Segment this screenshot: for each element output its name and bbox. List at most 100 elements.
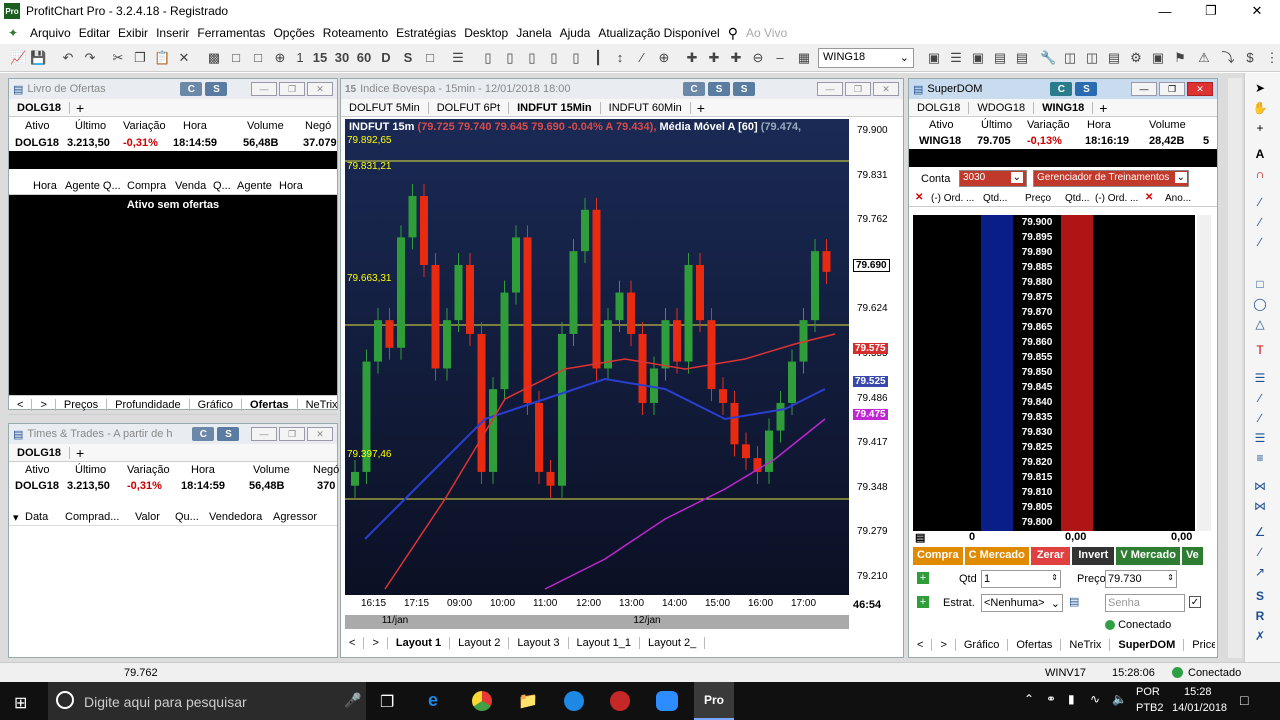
dom-price-level[interactable]: 79.830 [1013,425,1061,440]
dom-price-level[interactable]: 79.870 [1013,305,1061,320]
add-tab-icon[interactable]: + [1093,100,1113,116]
crosshair-icon[interactable]: + [1252,120,1268,136]
tab-layout-1-1[interactable]: Layout 1_1 [569,637,640,649]
restore-icon[interactable]: ❐ [279,82,305,96]
regression-icon[interactable]: ∕ [1252,544,1268,560]
fib-time-icon[interactable]: ☰ [1252,430,1268,446]
app-red-icon[interactable] [610,691,630,711]
lang-layout-label[interactable]: PTB2 [1136,702,1164,714]
pointer-icon[interactable]: ➤ [1252,80,1268,96]
close-icon[interactable]: ✕ [873,82,899,96]
strategy-icon[interactable]: ⚠ [1196,50,1212,66]
tab-layout-1[interactable]: Layout 1 [388,637,451,649]
bar-icon[interactable]: ┃ [590,50,606,66]
dom-price-level[interactable]: 79.825 [1013,440,1061,455]
window-icon[interactable]: ▣ [926,50,942,66]
k-icon[interactable]: □ [250,50,266,66]
tab-indfut-15min[interactable]: INDFUT 15Min [509,101,601,114]
tab-layout-3[interactable]: Layout 3 [509,637,569,649]
dom-price-level[interactable]: 79.865 [1013,320,1061,335]
close-icon[interactable]: ✕ [307,427,333,441]
microphone-icon[interactable]: 🎤 [344,692,361,709]
book-icon[interactable]: ▣ [970,50,986,66]
tab-ofertas[interactable]: Ofertas [1008,639,1062,651]
superdom-header[interactable]: ▤ SuperDOM C S — ❐ ✕ [909,79,1217,99]
symbol-select[interactable]: WING18 ⌄ [818,48,914,68]
chart-s2-button[interactable]: S [733,82,756,96]
undo-icon[interactable]: ↶ [60,50,76,66]
interval-s-button[interactable]: S [400,50,416,66]
tab-indfut-60min[interactable]: INDFUT 60Min [601,101,691,114]
tab-netrix[interactable]: NeTrix [1061,639,1111,651]
dom-price-level[interactable]: 79.895 [1013,230,1061,245]
angle-icon[interactable]: ∠ [1252,524,1268,540]
wifi-icon[interactable]: ∿ [1090,692,1100,706]
volume-icon[interactable]: 🔈 [1112,692,1127,706]
dom-price-level[interactable]: 79.845 [1013,380,1061,395]
candles4-icon[interactable]: ▯ [546,50,562,66]
next-tab-icon[interactable]: > [32,399,56,411]
times-header[interactable]: ▤ Times & Trades - A partir de h C S — ❐ ✕ [9,424,337,444]
plus-icon[interactable]: + [917,596,929,608]
clock-time[interactable]: 15:28 [1184,686,1212,698]
profitchart-taskbar-item[interactable]: Pro [694,682,734,720]
interval-15-button[interactable]: 15 [312,50,328,66]
dom-price-level[interactable]: 79.875 [1013,290,1061,305]
robot-icon[interactable]: ⚙ [1128,50,1144,66]
tab-ofertas[interactable]: Ofertas [242,399,298,411]
chart-icon[interactable]: 📈 [10,50,26,66]
times-s-button[interactable]: S [217,427,240,441]
livro-quote-row[interactable]: DOLG18 3.213,50 -0,31% 18:14:59 56,48B 3… [9,135,337,151]
prev-tab-icon[interactable]: < [9,399,33,411]
candles2-icon[interactable]: ▯ [502,50,518,66]
tools-icon[interactable]: 🔧 [1040,50,1056,66]
dom-price-level[interactable]: 79.810 [1013,485,1061,500]
tab-grafico[interactable]: Gráfico [956,639,1009,651]
stepper-icon[interactable]: ⇕ [1051,573,1058,582]
dom-price-level[interactable]: 79.840 [1013,395,1061,410]
tab-dolg18[interactable]: DOLG18 [9,446,71,459]
delete-drawing-icon[interactable]: ✗ [1252,628,1268,644]
restore-icon[interactable]: ❐ [845,82,871,96]
windows-start-icon[interactable]: ⊞ [14,693,27,713]
menu-opcoes[interactable]: Opções [269,26,318,40]
candles5-icon[interactable]: ▯ [568,50,584,66]
collapse-icon[interactable]: ▾ [13,511,19,524]
zoom-app-icon[interactable] [656,691,678,711]
flag-icon[interactable]: ⚑ [1172,50,1188,66]
times-quote-row[interactable]: DOLG18 3.213,50 -0,31% 18:14:59 56,48B 3… [9,478,337,494]
chart-c-button[interactable]: C [683,82,706,96]
dom-price-level[interactable]: 79.800 [1013,515,1061,530]
crosshair-icon[interactable]: ✚ [706,50,722,66]
search-icon[interactable]: ⚲ [724,25,742,42]
dom-price-level[interactable]: 79.855 [1013,350,1061,365]
chrome-icon[interactable] [472,691,492,711]
interval-30-button[interactable]: 30 [334,50,350,66]
chart-s-button[interactable]: S [708,82,731,96]
tab-layout-2[interactable]: Layout 2 [450,637,510,649]
taskbar-search[interactable]: Digite aqui para pesquisar 🎤 [48,682,366,720]
superdom-c-button[interactable]: C [1050,82,1073,96]
dom-price-level[interactable]: 79.820 [1013,455,1061,470]
add-tab-icon[interactable]: + [691,100,711,116]
task-view-icon[interactable]: ❐ [380,692,394,712]
menu-exibir[interactable]: Exibir [114,26,152,40]
more-icon[interactable]: ⋮ [1264,50,1280,66]
tab-dolfut-5min[interactable]: DOLFUT 5Min [341,101,429,114]
tab-profundidade[interactable]: Profundidade [107,399,190,411]
dom-scrollbar[interactable] [1197,215,1211,531]
paste-icon[interactable]: 📋 [154,50,170,66]
estrat-select[interactable]: <Nenhuma> ⌄ [981,594,1063,612]
tab-grafico[interactable]: Gráfico [190,399,243,411]
plus-icon[interactable]: + [917,572,929,584]
pitchfork-icon[interactable]: ⋈ [1252,498,1268,514]
interval-1-button[interactable]: 1 [292,50,308,66]
clear-sell-icon[interactable]: ✕ [1145,192,1153,203]
r-tool-icon[interactable]: R [1252,608,1268,624]
table-icon[interactable]: ▤ [1014,50,1030,66]
tab-wing18[interactable]: WING18 [1034,101,1094,114]
add-tab-icon[interactable]: + [70,100,90,116]
tab-dolfut-6pt[interactable]: DOLFUT 6Pt [429,101,510,114]
maximize-button[interactable]: ❐ [1188,0,1234,22]
tab-precos[interactable]: Preços [56,399,108,411]
